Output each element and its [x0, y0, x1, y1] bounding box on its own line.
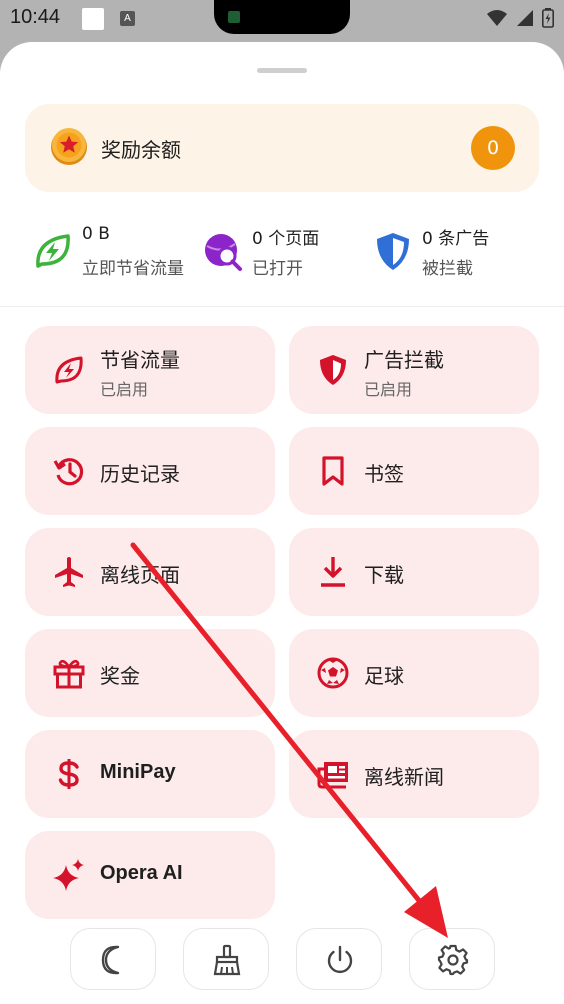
- drag-handle[interactable]: [257, 68, 307, 73]
- menu-item-title: 书签: [364, 462, 404, 486]
- reward-balance-value: 0: [471, 126, 515, 170]
- data-saving-icon: [55, 356, 83, 384]
- settings-button[interactable]: [409, 928, 495, 990]
- menu-item-title: 奖金: [100, 664, 140, 688]
- wifi-icon: [487, 10, 507, 26]
- reward-balance-card[interactable]: 奖励余额 0: [25, 104, 539, 192]
- menu-item-rewards[interactable]: 奖金: [25, 629, 275, 717]
- stat-label: 已打开: [252, 259, 303, 279]
- camera-cutout: [214, 0, 350, 34]
- broom-icon: [213, 944, 241, 976]
- reward-balance-label: 奖励余额: [101, 138, 181, 162]
- menu-item-opera-ai[interactable]: Opera AI: [25, 831, 275, 919]
- signal-icon: [517, 10, 533, 26]
- clear-data-button[interactable]: [183, 928, 269, 990]
- power-icon: [327, 945, 353, 974]
- menu-item-title: 离线新闻: [364, 765, 444, 789]
- globe-search-icon: [205, 234, 242, 271]
- battery-icon: [542, 8, 554, 28]
- menu-item-data-saving[interactable]: 节省流量 已启用: [25, 326, 275, 414]
- status-time: 10:44: [10, 6, 61, 28]
- menu-item-title: 下载: [364, 563, 404, 587]
- menu-item-title: 节省流量: [100, 348, 180, 372]
- shield-icon: [377, 233, 409, 270]
- sparkle-icon: [53, 859, 84, 891]
- football-icon: [317, 657, 349, 689]
- news-icon: [317, 762, 348, 789]
- menu-item-title: 离线页面: [100, 563, 180, 587]
- camera-app-indicator-icon: [228, 11, 240, 23]
- menu-item-subtitle: 已启用: [364, 380, 413, 399]
- bookmark-icon: [322, 456, 344, 486]
- history-icon: [53, 458, 84, 486]
- airplane-icon: [55, 557, 83, 587]
- dollar-icon: [58, 759, 79, 789]
- menu-item-title: 广告拦截: [364, 348, 444, 372]
- menu-item-subtitle: 已启用: [100, 380, 149, 399]
- menu-item-title: MiniPay: [100, 761, 176, 783]
- menu-item-title: 历史记录: [100, 462, 180, 486]
- coin-star-icon: [51, 128, 87, 165]
- a-icon: A: [120, 11, 135, 26]
- divider: [0, 306, 564, 307]
- menu-item-title: 足球: [364, 664, 404, 688]
- stat-label: 立即节省流量: [82, 259, 184, 279]
- menu-item-history[interactable]: 历史记录: [25, 427, 275, 515]
- stat-label: 被拦截: [422, 259, 473, 279]
- ad-block-shield-icon: [320, 355, 346, 385]
- stat-value: 0 条广告: [422, 229, 490, 249]
- stat-value: 0 个页面: [252, 229, 320, 249]
- menu-item-downloads[interactable]: 下载: [289, 528, 539, 616]
- moon-icon: [101, 945, 120, 975]
- stats-row: 0 B 立即节省流量 0 个页面 已打开 0 条广告 被拦截: [0, 222, 564, 282]
- menu-item-offline-pages[interactable]: 离线页面: [25, 528, 275, 616]
- download-icon: [321, 557, 345, 587]
- menu-item-bookmarks[interactable]: 书签: [289, 427, 539, 515]
- menu-item-ad-block[interactable]: 广告拦截 已启用: [289, 326, 539, 414]
- status-icons: [486, 8, 554, 28]
- gift-icon: [53, 659, 85, 689]
- exit-button[interactable]: [296, 928, 382, 990]
- main-menu-sheet: 奖励余额 0 0 B 立即节省流量 0 个页面 已打开 0 条广告 被拦截 节省…: [0, 42, 564, 1004]
- menu-item-title: Opera AI: [100, 862, 183, 884]
- notification-square-icon: [82, 8, 104, 30]
- leaf-bolt-icon: [36, 234, 70, 268]
- menu-item-offline-news[interactable]: 离线新闻: [289, 730, 539, 818]
- night-mode-button[interactable]: [70, 928, 156, 990]
- status-bar: 10:44 A: [0, 0, 564, 38]
- gear-icon: [437, 944, 469, 976]
- menu-item-football[interactable]: 足球: [289, 629, 539, 717]
- stat-value: 0 B: [82, 224, 110, 244]
- menu-item-minipay[interactable]: MiniPay: [25, 730, 275, 818]
